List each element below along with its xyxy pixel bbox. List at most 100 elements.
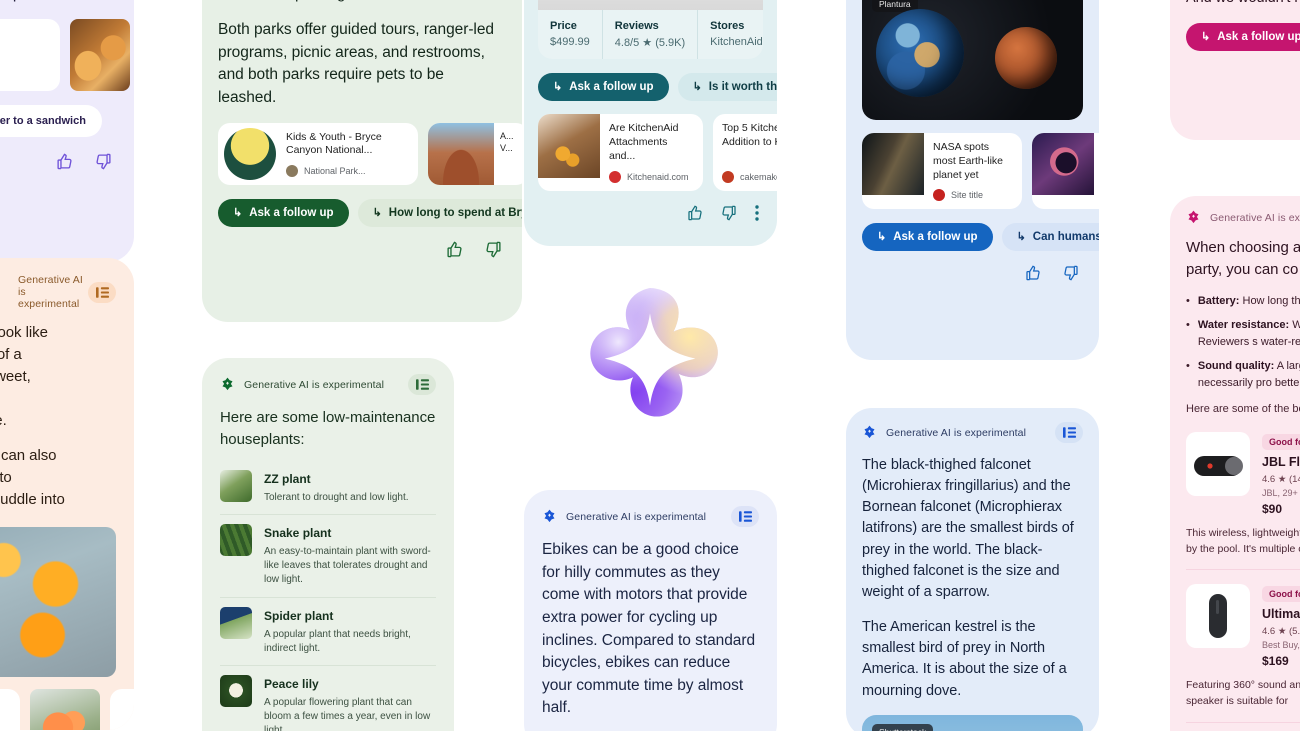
product-name: JBL Flip 5: [1262, 454, 1300, 469]
favicon: [933, 189, 945, 202]
product-row[interactable]: Good for out Ultimate Ea MEGABOO 4.6 ★ (…: [1186, 584, 1300, 668]
cat-pills: ↳Ask a follow up ↳W: [1186, 23, 1300, 52]
thumbs-down-icon[interactable]: [95, 153, 112, 170]
kitchenaid-sources: Are KitchenAid Attachments and... Kitche…: [538, 114, 777, 191]
thumbs-up-icon[interactable]: [687, 205, 703, 221]
product-stores: JBL, 29+ stores: [1262, 487, 1300, 498]
bullet-dot: •: [1186, 319, 1190, 332]
plant-thumbnail: [220, 523, 252, 556]
source-card[interactable]: T c: [1032, 132, 1099, 210]
product-row[interactable]: Good for sho JBL Flip 5 4.6 ★ (14K) JBL,…: [1186, 431, 1300, 516]
falconet-body: The black-thighed falconet (Microhierax …: [862, 457, 1074, 699]
sparkle-icon: [542, 509, 557, 524]
thumbs-down-icon[interactable]: [485, 241, 502, 258]
divider: [1186, 569, 1300, 571]
speakers-lead-in: Here are some of the best b pool party.: [1186, 403, 1300, 416]
product-price: $169: [1262, 654, 1289, 669]
ask-followup-pill[interactable]: ↳ Ask a follow up: [862, 223, 993, 252]
suggestion-pill[interactable]: ↳Can humans live on kepler-452b: [1001, 223, 1099, 252]
product-tag: Good for sho: [1262, 433, 1300, 450]
thumbs-down-icon[interactable]: [721, 205, 737, 221]
sparkle-icon: [862, 425, 877, 440]
list-view-icon[interactable]: [1055, 422, 1083, 443]
spec-value: KitchenAid...: [710, 36, 763, 48]
arrow-icon: ↳: [372, 206, 382, 219]
gemini-sparkle-logo: [566, 283, 734, 451]
list-view-icon[interactable]: [731, 506, 759, 527]
source-title: NASA spots most Earth-like planet yet: [933, 140, 1004, 181]
hotdog-body: that a hot dog is in itsa sandwich has a…: [0, 0, 116, 6]
plant-name: Snake plant: [264, 525, 332, 540]
plant-name: ZZ plant: [264, 471, 311, 486]
arrow-icon: ↳: [1201, 30, 1211, 43]
criteria-text: How long the b: [1242, 294, 1300, 307]
gen-ai-label: Generative AI is experimental: [886, 426, 1027, 439]
source-card[interactable]: kumquat Do You Eat... ome.com: [0, 689, 20, 730]
kitchenaid-pills: ↳Ask a follow up ↳Is it worth the price?…: [538, 73, 777, 101]
product-thumbnail: [1186, 584, 1250, 649]
list-item[interactable]: Spider plant A popular plant that needs …: [220, 596, 436, 665]
suggestion-pill[interactable]: ↳How long to spend at Bryce Cany: [357, 199, 522, 228]
thumbs-down-icon[interactable]: [1063, 265, 1079, 281]
source-site: cakemakerhor: [740, 171, 777, 182]
criteria-label: Water resistance:: [1197, 319, 1290, 332]
source-card[interactable]: A... V...: [428, 122, 522, 186]
source-card[interactable]: [110, 689, 134, 730]
plant-name: Peace lily: [264, 676, 319, 691]
thumbs-up-icon[interactable]: [1025, 265, 1041, 281]
plant-thumbnail: [220, 606, 252, 639]
product-thumbnail: [1186, 431, 1250, 496]
falconet-image: Shutterstock: [862, 714, 1083, 731]
kumquat-hero-photo: [0, 527, 116, 678]
list-view-icon[interactable]: [408, 374, 436, 395]
ask-followup-pill[interactable]: ↳ Ask a follow up: [1186, 23, 1300, 52]
arrow-icon: ↳: [553, 80, 563, 93]
arrow-icon: ↳: [877, 230, 887, 243]
list-item[interactable]: Peace lily A popular flowering plant tha…: [220, 664, 436, 731]
source-site: National Park...: [304, 166, 366, 177]
sparkle-icon: [220, 377, 235, 392]
list-item[interactable]: Snake plant An easy-to-maintain plant wi…: [220, 513, 436, 597]
spec-price: Price $499.99: [538, 10, 602, 59]
product-tag: Good for out: [1262, 586, 1300, 603]
ask-followup-pill[interactable]: ↳ Ask a follow up: [538, 73, 669, 101]
kumquat-bowl-photo: [30, 689, 100, 730]
plant-desc: A popular flowering plant that can bloom…: [264, 696, 431, 731]
spec-value: $499.99: [550, 36, 590, 48]
suggestion-pill[interactable]: ↳Is it worth the price?: [677, 73, 777, 101]
gen-ai-label: Generative AI is experime: [1210, 211, 1300, 224]
more-options-icon[interactable]: [755, 204, 759, 221]
list-view-icon[interactable]: [88, 281, 116, 303]
product-specs: Price $499.99 Reviews 4.8/5 ★ (5.9K) Sto…: [538, 10, 763, 59]
spec-value: 4.8/5 ★ (5.9K): [614, 37, 686, 49]
hotdog-photo: [70, 18, 130, 91]
speaker-criteria-list: • Battery: How long the b • Water resist…: [1186, 293, 1300, 392]
source-card[interactable]: NASA spots most Earth-like planet yet Si…: [862, 132, 1022, 210]
kitchenaid-product-card: Price $499.99 Reviews 4.8/5 ★ (5.9K) Sto…: [524, 0, 777, 246]
thumbs-up-icon[interactable]: [56, 153, 73, 170]
stand-mixer-illustration: [576, 0, 726, 4]
kumquat-body: trus fruits that look likeabout the size…: [0, 324, 65, 509]
ebikes-body: Ebikes can be a good choice for hilly co…: [542, 541, 756, 717]
collage-canvas: that a hot dog is in itsa sandwich has a…: [0, 0, 1300, 731]
thumbs-up-icon[interactable]: [446, 241, 463, 258]
plant-desc: Tolerant to drought and low light.: [264, 491, 409, 503]
ask-followup-pill[interactable]: ↳ Ask a follow up: [218, 199, 349, 228]
source-card[interactable]: Top 5 KitchenAi Addition to Kitc cakemak…: [713, 114, 777, 191]
source-title: Top 5 KitchenAi Addition to Kitc: [722, 122, 777, 148]
kepler-sources: NASA spots most Earth-like planet yet Si…: [862, 132, 1099, 210]
arrow-icon: ↳: [1016, 230, 1026, 243]
product-stores: Best Buy, 19+ s: [1262, 640, 1300, 651]
gen-header: Generative AI is experime: [1186, 210, 1300, 225]
source-site: Site title: [951, 190, 984, 201]
bluetooth-speakers-card: Generative AI is experime When choosing …: [1170, 196, 1300, 731]
source-title: A... V...: [500, 130, 514, 153]
source-card[interactable]: we settle hot dog a...: [0, 18, 60, 91]
source-card[interactable]: Kids & Youth - Bryce Canyon National... …: [218, 122, 418, 186]
milkyway-photo: [862, 132, 924, 195]
source-card[interactable]: Are KitchenAid Attachments and... Kitche…: [538, 114, 703, 191]
list-item[interactable]: ZZ plant Tolerant to drought and low lig…: [220, 461, 436, 514]
followup-chip[interactable]: Is a hotdog closer to a sandwich: [0, 104, 102, 137]
bullet-dot: •: [1186, 360, 1190, 373]
bryce-sources: Kids & Youth - Bryce Canyon National... …: [218, 122, 522, 186]
